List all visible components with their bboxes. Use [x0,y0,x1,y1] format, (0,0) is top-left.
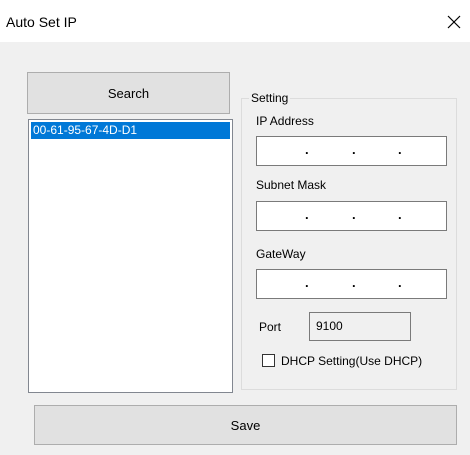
gateway-field[interactable]: . . . [256,269,447,299]
dhcp-checkbox[interactable] [262,354,275,367]
close-button[interactable] [440,8,468,36]
gateway-dot-1: . [305,275,309,290]
search-button[interactable]: Search [27,72,230,114]
dhcp-checkbox-label[interactable]: DHCP Setting(Use DHCP) [281,354,422,368]
auto-set-ip-dialog: Auto Set IP Search 00-61-95-67-4D-D1 Set… [0,0,470,455]
title-bar: Auto Set IP [0,0,470,42]
gateway-dot-3: . [398,275,402,290]
ip-address-dot-1: . [305,142,309,157]
list-item[interactable]: 00-61-95-67-4D-D1 [31,122,230,139]
port-label: Port [259,320,282,334]
subnet-mask-dot-2: . [352,207,356,222]
window-title: Auto Set IP [6,14,77,30]
close-icon [447,15,461,29]
subnet-mask-label: Subnet Mask [256,178,327,192]
ip-address-label: IP Address [256,114,314,128]
ip-address-dot-2: . [352,142,356,157]
gateway-dot-2: . [352,275,356,290]
subnet-mask-dot-1: . [305,207,309,222]
save-button[interactable]: Save [34,405,457,445]
device-list[interactable]: 00-61-95-67-4D-D1 [28,119,233,393]
subnet-mask-dot-3: . [398,207,402,222]
port-field[interactable]: 9100 [309,312,411,341]
setting-group-title: Setting [249,91,291,105]
ip-address-dot-3: . [398,142,402,157]
ip-address-field[interactable]: . . . [256,136,447,166]
gateway-label: GateWay [256,247,306,261]
subnet-mask-field[interactable]: . . . [256,201,447,231]
